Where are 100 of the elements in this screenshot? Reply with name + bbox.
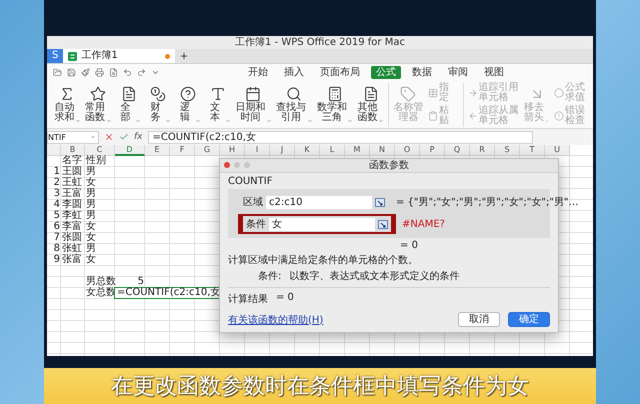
redo-icon	[137, 68, 146, 77]
column-header[interactable]: C	[85, 145, 115, 156]
table-cell: 8	[54, 244, 60, 254]
table-cell: 性别	[86, 156, 106, 166]
insert-function-button[interactable]: fx	[134, 132, 142, 142]
column-header[interactable]: G	[195, 145, 220, 156]
column-header[interactable]: E	[145, 145, 170, 156]
table-cell: 王圆	[62, 167, 82, 177]
parameter-field[interactable]: 女	[269, 218, 375, 230]
undo-icon	[123, 68, 132, 77]
ok-button[interactable]: 确定	[508, 312, 550, 327]
column-header[interactable]: P	[420, 145, 445, 156]
menu-tab[interactable]: 公式	[371, 66, 401, 79]
column-header[interactable]: K	[295, 145, 320, 156]
table-cell: 男	[86, 167, 96, 177]
parameter-field[interactable]: c2:c10	[266, 196, 372, 208]
ribbon-button[interactable]: 日期和时间	[234, 86, 273, 124]
alert-icon	[554, 111, 564, 121]
table-cell: 李富	[62, 222, 82, 232]
cancel-button[interactable]: 取消	[458, 312, 500, 327]
document-icon	[362, 86, 379, 102]
range-picker-icon[interactable]	[375, 198, 385, 206]
close-icon[interactable]	[224, 162, 230, 168]
menu-tab[interactable]: 视图	[479, 66, 509, 79]
range-picker-icon[interactable]	[378, 220, 388, 228]
column-header[interactable]: B	[61, 145, 85, 156]
formula-field[interactable]: =COUNTIF(c2:c10,女	[148, 130, 533, 144]
printer-icon	[95, 68, 104, 77]
menu-tab[interactable]: 数据	[407, 66, 437, 79]
column-header[interactable]: J	[270, 145, 295, 156]
table-cell: 4	[54, 200, 60, 210]
parameter-label: 条件	[246, 218, 266, 231]
column-header[interactable]: I	[245, 145, 270, 156]
calendar-icon	[245, 86, 262, 102]
function-description: 计算区域中满足给定条件的单元格的个数。	[228, 254, 419, 267]
spreadsheet-icon	[68, 52, 78, 60]
result-value: = 0	[276, 292, 294, 305]
table-cell: 女	[86, 233, 96, 243]
dialog-title: 函数参数	[369, 160, 409, 172]
column-header[interactable]: L	[320, 145, 345, 156]
function-name: COUNTIF	[228, 176, 274, 187]
table-cell: 男	[86, 189, 96, 199]
table-cell: 5	[54, 211, 60, 221]
column-header[interactable]: F	[170, 145, 195, 156]
cancel-icon	[104, 132, 114, 142]
table-cell: 张虹	[62, 244, 82, 254]
column-header[interactable]: S	[495, 145, 520, 156]
table-cell: 女	[86, 222, 96, 232]
column-header[interactable]: R	[470, 145, 495, 156]
column-header[interactable]: D	[115, 145, 145, 156]
parameter-result: = {"男";"女";"男";"男";"女";"女";"男"…	[396, 196, 579, 209]
document-tab[interactable]: S	[47, 49, 64, 63]
table-cell: 张富	[62, 255, 82, 265]
preview-icon	[109, 68, 118, 77]
ribbon-button[interactable]: 其他函数	[356, 86, 386, 124]
table-cell: 女	[86, 178, 96, 188]
column-header[interactable]: T	[520, 145, 545, 156]
tag-icon	[400, 86, 416, 102]
column-header[interactable]: N	[370, 145, 395, 156]
name-box[interactable]: NTIF	[47, 130, 99, 144]
parameter-help-text: 以数字、表达式或文本形式定义的条件	[289, 270, 460, 283]
document-tab[interactable]: 工作簿1	[63, 49, 176, 63]
coins-icon	[150, 86, 166, 102]
parameter-result: #NAME?	[402, 218, 445, 230]
table-cell: 7	[54, 233, 60, 243]
ribbon-button[interactable]: 文本	[204, 86, 232, 124]
table-cell: 1	[54, 167, 60, 177]
ribbon-button[interactable]: 全部	[114, 86, 142, 124]
column-header[interactable]: O	[395, 145, 420, 156]
table-cell: 男	[86, 211, 96, 221]
table-cell: 3	[54, 189, 60, 199]
table-cell: 2	[54, 178, 60, 188]
ribbon-button[interactable]: 财务	[144, 86, 172, 124]
table-cell: 5	[138, 277, 144, 287]
circle-icon	[554, 88, 564, 98]
column-header[interactable]: Q	[445, 145, 470, 156]
ribbon-button[interactable]: 查找与引用	[274, 86, 314, 124]
brush-icon	[81, 68, 90, 77]
table-cell: 张圆	[62, 233, 82, 243]
table-cell: 王虹	[62, 178, 82, 188]
column-header[interactable]: M	[345, 145, 370, 156]
menu-tab[interactable]: 页面布局	[315, 66, 365, 79]
ribbon-button[interactable]: 数学和三角	[316, 86, 354, 124]
help-link[interactable]: 有关该函数的帮助(H)	[228, 312, 324, 326]
menu-tab[interactable]: 插入	[279, 66, 309, 79]
arrow-icon	[468, 111, 478, 121]
menu-tab[interactable]: 审阅	[443, 66, 473, 79]
column-header[interactable]: H	[220, 145, 245, 156]
save-icon	[67, 68, 76, 77]
ribbon-button[interactable]: 逻辑	[174, 86, 202, 124]
table-cell: 李圆	[62, 200, 82, 210]
question-icon	[180, 86, 196, 102]
table-cell: 王富	[62, 189, 82, 199]
table-cell: 6	[54, 222, 60, 232]
table-cell: 男总数	[86, 277, 116, 287]
column-header[interactable]: U	[545, 145, 570, 156]
ribbon-button[interactable]: 自动求和	[53, 86, 82, 124]
menu-tab[interactable]: 开始	[243, 66, 273, 79]
ribbon-button[interactable]: 常用函数	[84, 86, 113, 124]
parameter-help-label: 条件:	[258, 270, 282, 283]
